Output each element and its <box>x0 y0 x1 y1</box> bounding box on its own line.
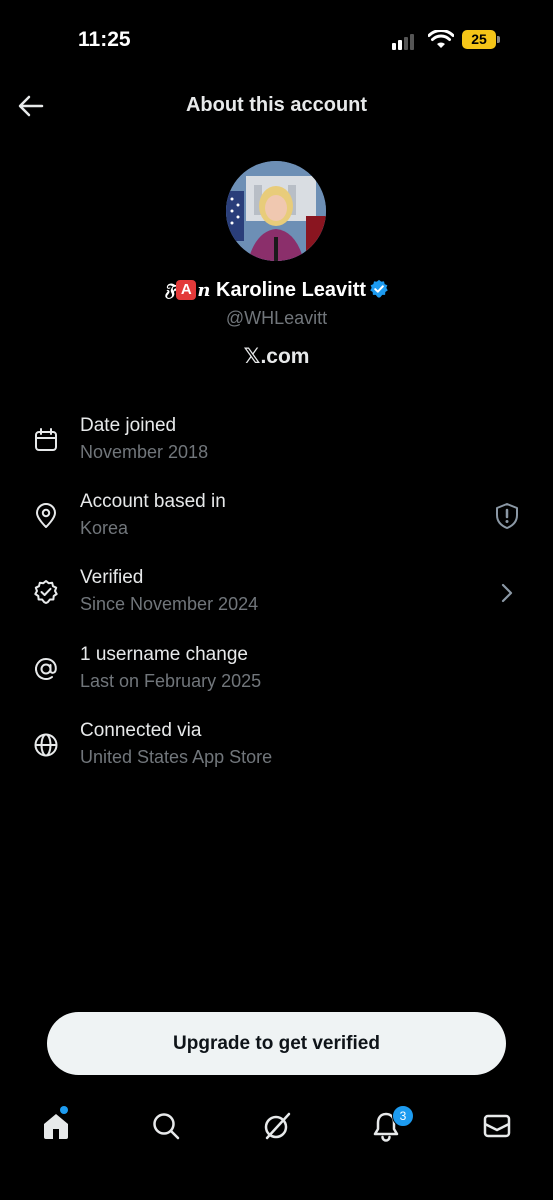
name-prefix-a-badge: A <box>176 280 197 300</box>
signal-icon <box>392 32 416 50</box>
name-prefix-script: 𝒏 <box>197 280 211 301</box>
search-icon[interactable] <box>150 1110 182 1142</box>
username-handle: @WHLeavitt <box>225 308 328 328</box>
home-unread-dot <box>60 1106 68 1114</box>
name-prefix-fraktur: 𝔉 <box>163 280 176 301</box>
grok-icon[interactable] <box>261 1110 293 1142</box>
info-subtitle: United States App Store <box>80 747 273 767</box>
info-row-account-location: Account based in Korea <box>0 491 553 551</box>
info-row-username-changes: 1 username change Last on February 2025 <box>0 644 553 704</box>
messages-envelope-icon[interactable] <box>481 1110 513 1142</box>
battery-nub <box>497 36 500 43</box>
page-title: About this account <box>185 94 368 116</box>
at-sign-icon <box>35 657 57 680</box>
globe-icon <box>34 733 58 757</box>
info-subtitle: Since November 2024 <box>80 594 259 614</box>
info-row-date-joined: Date joined November 2018 <box>0 415 553 475</box>
verified-badge-icon[interactable] <box>369 279 389 299</box>
info-row-connected-via: Connected via United States App Store <box>0 720 553 780</box>
shield-warning-icon[interactable] <box>494 502 520 530</box>
home-icon[interactable] <box>40 1110 72 1142</box>
wifi-icon <box>428 30 454 48</box>
info-title: Connected via <box>80 720 202 741</box>
verified-seal-icon <box>34 580 58 604</box>
info-title: Account based in <box>80 491 226 512</box>
upgrade-verified-button[interactable]: Upgrade to get verified <box>47 1012 506 1075</box>
status-time: 11:25 <box>78 28 131 51</box>
info-subtitle: November 2018 <box>80 442 209 462</box>
calendar-icon <box>35 428 57 451</box>
notifications-count-badge: 3 <box>392 1105 414 1127</box>
location-pin-icon <box>36 503 56 528</box>
info-title: Verified <box>80 567 144 588</box>
info-subtitle: Last on February 2025 <box>80 671 262 691</box>
avatar[interactable] <box>226 161 326 261</box>
info-row-verified[interactable]: Verified Since November 2024 <box>0 567 553 627</box>
battery-indicator: 25 <box>462 30 496 49</box>
info-subtitle: Korea <box>80 518 129 538</box>
info-title: Date joined <box>80 415 177 436</box>
display-name-row: 𝔉A𝒏 Karoline Leavitt <box>0 279 553 302</box>
platform-domain: 𝕏.com <box>243 345 310 368</box>
chevron-right-icon[interactable] <box>500 583 514 603</box>
display-name: Karoline Leavitt <box>216 279 367 301</box>
info-title: 1 username change <box>80 644 248 665</box>
